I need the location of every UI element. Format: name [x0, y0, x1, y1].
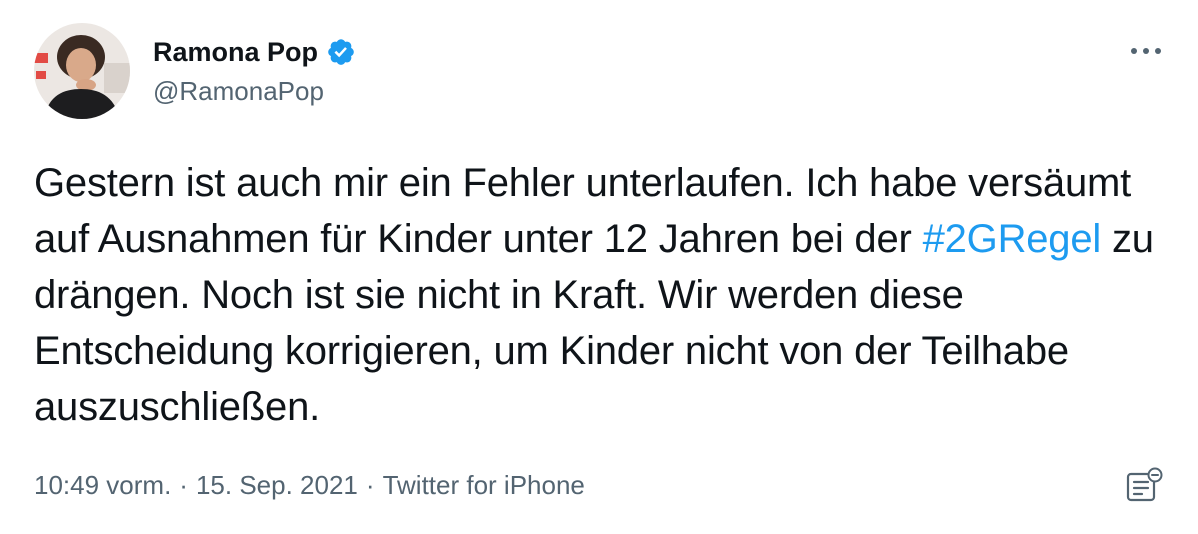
- tweet-date[interactable]: 15. Sep. 2021: [196, 470, 358, 500]
- verified-badge-icon: [326, 37, 356, 67]
- meta-separator: ·: [179, 470, 188, 500]
- author-handle[interactable]: @RamonaPop: [153, 74, 324, 108]
- tweet-card: Ramona Pop @RamonaPop Gestern ist auch m…: [0, 0, 1198, 534]
- avatar[interactable]: [34, 23, 130, 119]
- tweet-analytics-icon[interactable]: [1124, 466, 1166, 506]
- tweet-source[interactable]: Twitter for iPhone: [383, 470, 585, 500]
- hashtag-link[interactable]: #2GRegel: [923, 217, 1102, 261]
- tweet-text: Gestern ist auch mir ein Fehler unterlau…: [34, 155, 1154, 435]
- tweet-time[interactable]: 10:49 vorm.: [34, 470, 171, 500]
- avatar-image: [34, 23, 130, 119]
- author-display-name[interactable]: Ramona Pop: [153, 34, 318, 70]
- author-name-row[interactable]: Ramona Pop: [153, 34, 356, 70]
- meta-separator: ·: [365, 470, 375, 500]
- tweet-metadata: 10:49 vorm. · 15. Sep. 2021 · Twitter for iP…: [34, 467, 585, 503]
- more-options-icon[interactable]: [1124, 36, 1168, 66]
